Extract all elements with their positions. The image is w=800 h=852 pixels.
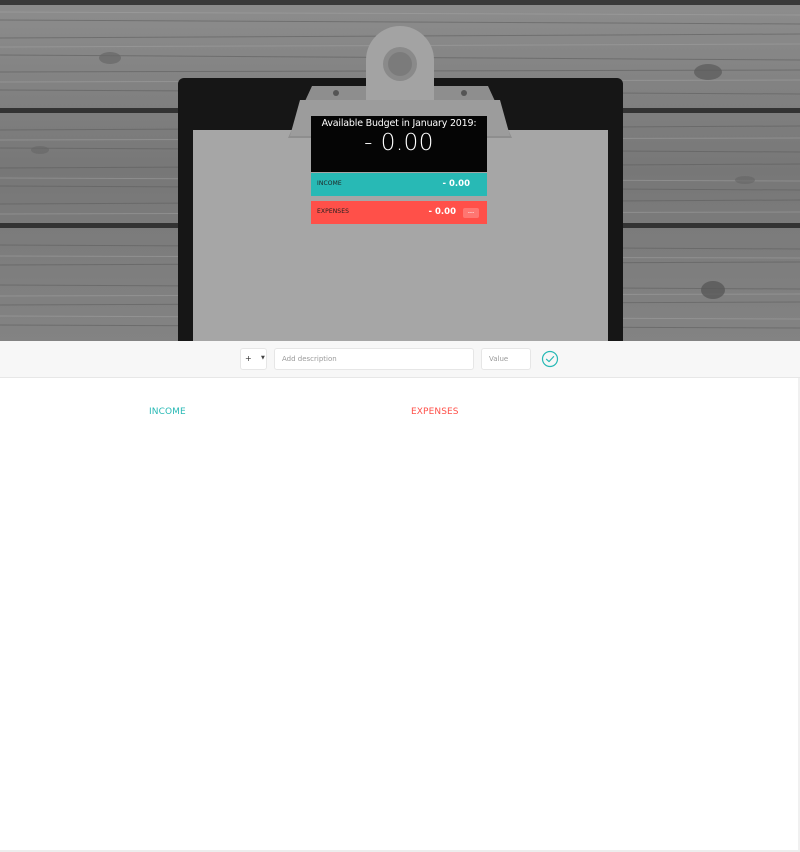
budget-income-label: INCOME [317, 180, 342, 187]
budget-panel: Available Budget in January 2019: - 0.00… [311, 116, 487, 224]
type-select[interactable]: + ▼ [240, 348, 267, 370]
budget-header: Available Budget in January 2019: - 0.00 [311, 116, 487, 172]
caret-down-icon: ▼ [261, 355, 265, 361]
value-input[interactable] [481, 348, 531, 370]
add-item-bar: + ▼ [0, 341, 800, 378]
budget-income-row: INCOME - 0.00 [311, 173, 487, 196]
hero-background: Available Budget in January 2019: - 0.00… [0, 0, 800, 341]
budget-title: Available Budget in January 2019: [321, 118, 477, 129]
budget-expenses-label: EXPENSES [317, 208, 350, 215]
check-circle-icon[interactable] [541, 350, 559, 368]
description-input[interactable] [274, 348, 474, 370]
budget-expenses-percentage: --- [463, 208, 479, 218]
expenses-column-title: EXPENSES [411, 407, 459, 417]
budget-value: - 0.00 [364, 130, 434, 156]
type-select-value: + [245, 354, 252, 363]
budget-expenses-row: EXPENSES - 0.00 --- [311, 201, 487, 224]
income-column-title: INCOME [149, 407, 186, 417]
budget-income-value: - 0.00 [442, 179, 470, 189]
budget-expenses-value: - 0.00 [428, 207, 456, 217]
